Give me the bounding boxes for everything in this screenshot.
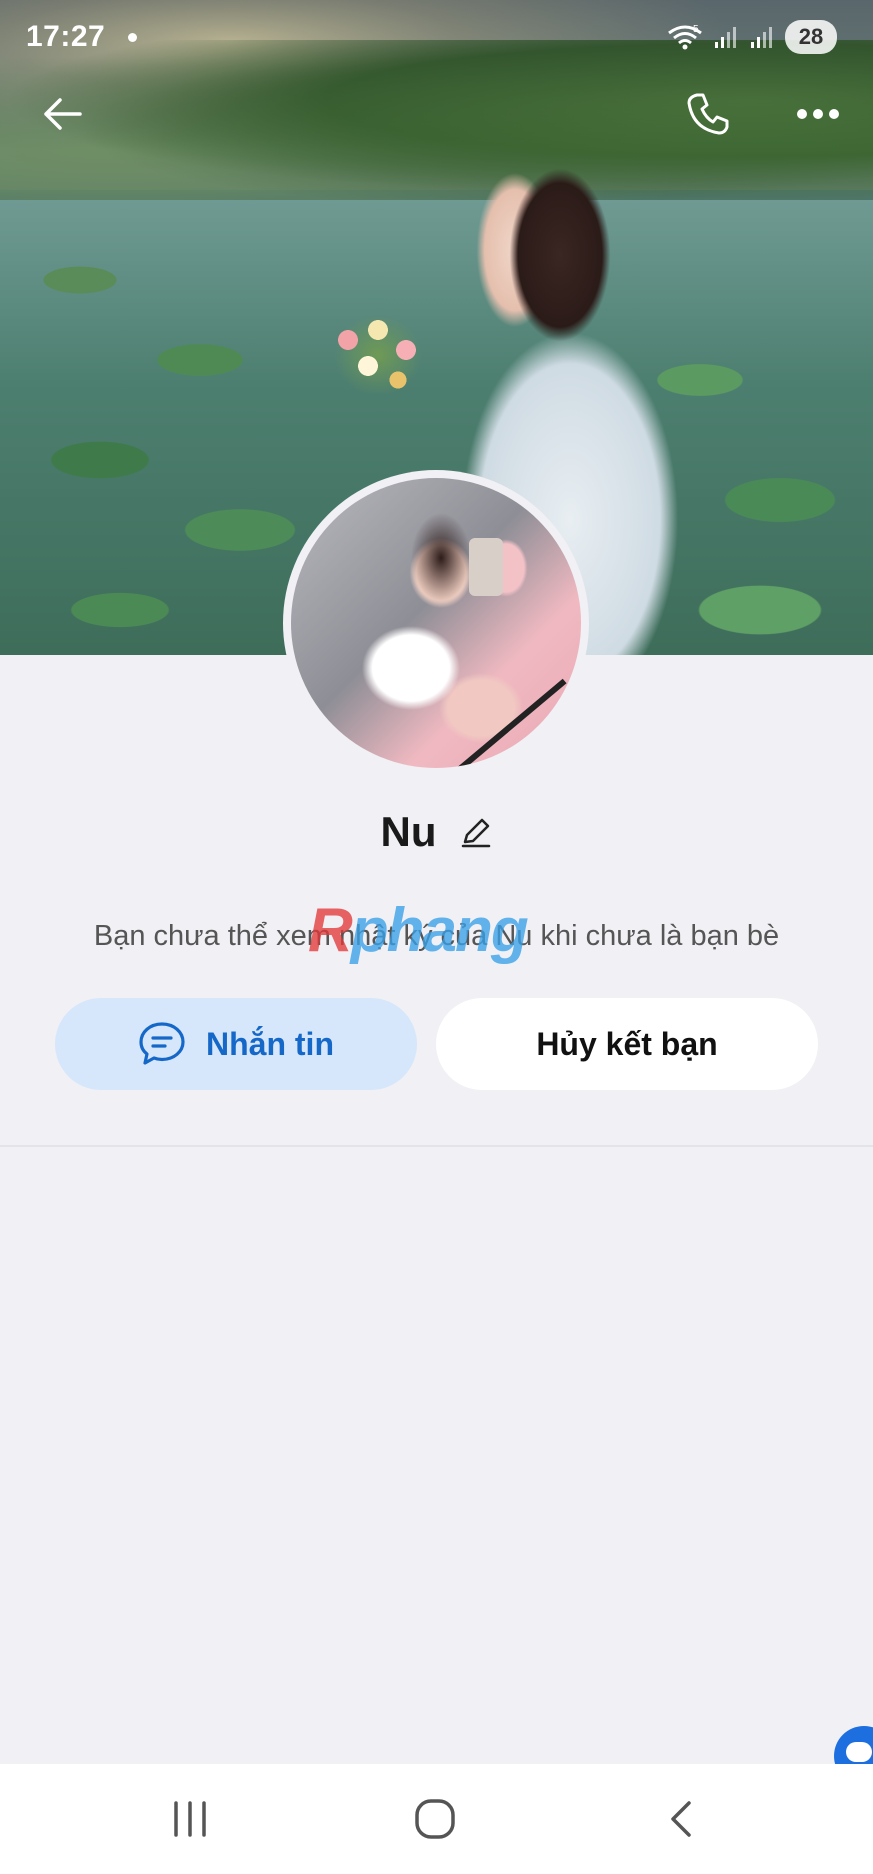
call-button[interactable] <box>676 82 740 146</box>
avatar[interactable] <box>291 478 581 768</box>
notification-dot-icon <box>128 33 137 42</box>
message-button-label: Nhắn tin <box>206 1025 334 1062</box>
more-horizontal-icon <box>797 109 839 119</box>
recent-apps-button[interactable] <box>150 1789 230 1849</box>
section-divider <box>0 1145 873 1147</box>
cover-hair <box>490 135 660 375</box>
home-button[interactable] <box>395 1789 475 1849</box>
chat-fab-icon <box>846 1742 872 1762</box>
profile-name-row: Nu <box>0 808 873 856</box>
status-bar: 17:27 5 28 <box>0 0 873 78</box>
avatar-phone-detail <box>469 538 503 596</box>
svg-text:5: 5 <box>693 24 699 35</box>
recent-apps-icon <box>174 1801 206 1837</box>
battery-badge: 28 <box>785 20 837 54</box>
unfriend-button-label: Hủy kết bạn <box>536 1025 718 1062</box>
pencil-icon[interactable] <box>459 815 493 849</box>
system-back-button[interactable] <box>640 1789 720 1849</box>
arrow-left-icon <box>44 98 82 130</box>
more-options-button[interactable] <box>786 82 850 146</box>
cover-bouquet <box>318 300 438 410</box>
home-icon <box>415 1799 455 1839</box>
status-time: 17:27 <box>26 20 106 53</box>
wifi-icon: 5 <box>668 24 702 50</box>
unfriend-button[interactable]: Hủy kết bạn <box>436 998 818 1090</box>
system-nav-bar <box>0 1764 873 1874</box>
back-button[interactable] <box>30 82 94 146</box>
phone-icon <box>687 93 729 135</box>
chat-bubble-icon <box>139 1022 185 1065</box>
signal-icon-sim1 <box>715 27 736 48</box>
back-chevron-icon <box>671 1801 691 1837</box>
status-icons: 5 28 <box>667 20 837 54</box>
message-button[interactable]: Nhắn tin <box>55 998 417 1090</box>
signal-icon-sim2 <box>751 27 772 48</box>
profile-name: Nu <box>380 808 437 855</box>
watermark-logo: Rphang <box>308 896 529 965</box>
